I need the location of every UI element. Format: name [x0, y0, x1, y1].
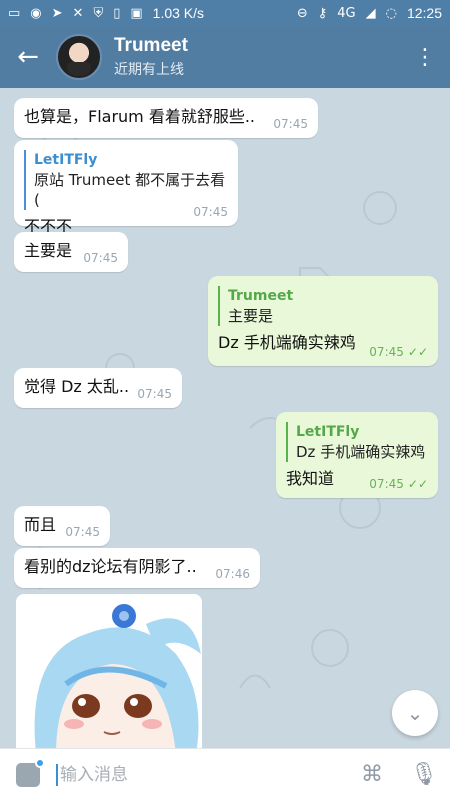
message-bubble[interactable]: LetITFly Dz 手机端确实辣鸡 我知道 07:45 ✓✓: [276, 412, 438, 498]
sticker-image[interactable]: [16, 594, 202, 748]
microphone-icon[interactable]: 🎙: [398, 749, 450, 800]
reply-quote-text: 主要是: [228, 307, 274, 325]
message-bubble[interactable]: 也算是，Flarum 看着就舒服些.. 07:45: [14, 98, 318, 138]
message-time: 07:45: [83, 251, 118, 265]
network-speed: 1.03 K/s: [152, 5, 205, 21]
chat-subtitle: 近期有上线: [114, 62, 184, 78]
chat-area[interactable]: 也算是，Flarum 看着就舒服些.. 07:45 LetITFly 原站 Tr…: [0, 88, 450, 748]
status-bar: ▭ ◉ ➤ ✕ ⛨ ▯ ▣ 1.03 K/s ⊖ ⚷ 4G ◢ ◌ 12:25: [0, 0, 450, 26]
reply-quote-text: 原站 Trumeet 都不属于去看(: [34, 171, 226, 209]
emoji-face: [16, 757, 45, 787]
message-composer: 输入消息 ⌘ 🎙: [0, 748, 450, 800]
arrow-left-icon[interactable]: ←: [0, 26, 56, 88]
reply-quote-author: Trumeet: [228, 288, 294, 304]
message-time: 07:45: [273, 117, 308, 131]
notification-dot: [35, 757, 45, 768]
sim-icon: ▯: [113, 5, 121, 21]
message-input[interactable]: 输入消息: [56, 763, 346, 786]
message-bubble[interactable]: 看别的dz论坛有阴影了.. 07:46: [14, 548, 260, 588]
chat-icon: ◉: [30, 5, 42, 21]
message-bubble[interactable]: LetITFly 原站 Trumeet 都不属于去看( 不不不 07:45: [14, 140, 238, 236]
kebab-menu-icon[interactable]: ⋮: [400, 26, 450, 88]
read-ticks-icon: ✓✓: [407, 477, 428, 491]
signal-icon: ◢: [365, 5, 376, 21]
reply-quote-author: LetITFly: [296, 424, 360, 440]
telegram-icon: ➤: [51, 5, 63, 21]
message-time-value: 07:45: [369, 345, 404, 359]
message-time-value: 07:45: [369, 477, 404, 491]
clock: 12:25: [406, 5, 442, 21]
message-bubble[interactable]: 主要是 07:45: [14, 232, 128, 272]
minus-circle-icon: ⊖: [296, 5, 308, 21]
message-bubble[interactable]: 而且 07:45: [14, 506, 110, 546]
message-time: 07:45 ✓✓: [369, 345, 428, 359]
chat-title: Trumeet: [114, 35, 188, 56]
image-icon: ▣: [130, 5, 143, 21]
message-text: 也算是，Flarum 看着就舒服些..: [24, 107, 256, 126]
message-time: 07:46: [215, 567, 250, 581]
reply-quote[interactable]: Trumeet 主要是: [218, 286, 428, 326]
tools-icon: ✕: [72, 5, 84, 21]
paperclip-icon[interactable]: ⌘: [346, 749, 398, 800]
message-bubble[interactable]: Trumeet 主要是 Dz 手机端确实辣鸡 07:45 ✓✓: [208, 276, 438, 366]
reply-quote[interactable]: LetITFly Dz 手机端确实辣鸡: [286, 422, 428, 462]
battery-icon: ◌: [385, 5, 397, 21]
emoji-icon[interactable]: [0, 749, 56, 800]
network-type: 4G: [337, 5, 356, 21]
reply-quote[interactable]: LetITFly 原站 Trumeet 都不属于去看(: [24, 150, 228, 210]
shield-icon: ⛨: [93, 5, 104, 21]
message-bubble[interactable]: 觉得 Dz 太乱.. 07:45: [14, 368, 182, 408]
avatar[interactable]: [56, 34, 102, 80]
read-ticks-icon: ✓✓: [407, 345, 428, 359]
chat-title-block[interactable]: Trumeet 近期有上线: [114, 35, 188, 79]
reply-quote-author: LetITFly: [34, 152, 98, 168]
message-time: 07:45: [65, 525, 100, 539]
message-time: 07:45: [137, 387, 172, 401]
chat-header: ← Trumeet 近期有上线 ⋮: [0, 26, 450, 88]
chevron-down-icon[interactable]: ⌄: [392, 690, 438, 736]
key-icon: ⚷: [317, 5, 328, 21]
sticker-illustration: [34, 604, 201, 748]
message-time: 07:45 ✓✓: [369, 477, 428, 491]
message-time: 07:45: [193, 205, 228, 219]
sms-icon: ▭: [8, 5, 21, 21]
reply-quote-text: Dz 手机端确实辣鸡: [296, 443, 426, 461]
